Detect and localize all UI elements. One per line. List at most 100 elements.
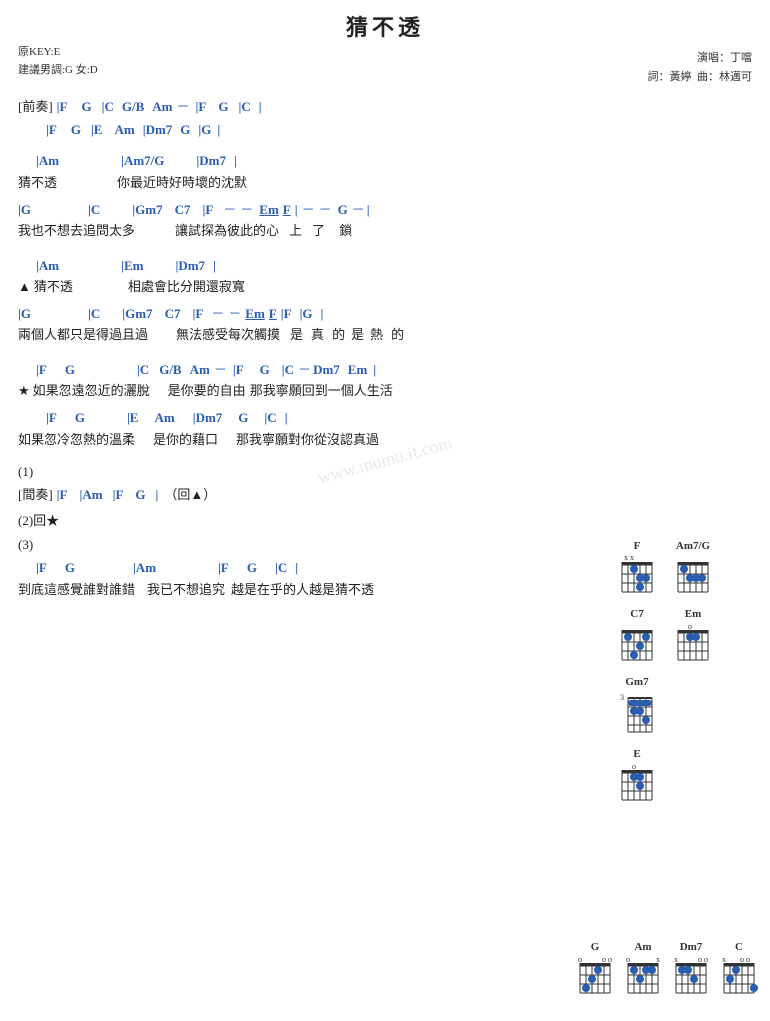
svg-text:o: o xyxy=(602,955,606,964)
chord-Dm71: |Dm7 xyxy=(196,149,226,172)
chord-diagrams-panel: F x x xyxy=(618,540,758,816)
lyric-8: 猜不透 xyxy=(34,277,73,298)
lyric-23: 那我寧願對你從沒認真過 xyxy=(236,430,379,451)
lyric-2: 你最近時好時壞的沈默 xyxy=(117,173,247,194)
chord-sep7: |F xyxy=(202,198,213,221)
chord-GB2: G/B xyxy=(159,358,181,381)
svg-text:o: o xyxy=(578,955,582,964)
lyric-6: 了 xyxy=(312,221,325,242)
chord-sep2: |F xyxy=(196,95,207,118)
chord-G10: G xyxy=(75,406,85,429)
lyric-5: 上 xyxy=(289,221,302,242)
chord-Gm72: |Gm7 xyxy=(122,302,152,325)
chord-G3: G xyxy=(71,118,81,141)
svg-text:x: x xyxy=(722,955,726,964)
prelude-label: [前奏] xyxy=(18,95,53,118)
lyric-24: （回▲） xyxy=(164,483,216,506)
lyric-16: 熱 xyxy=(370,325,383,346)
chord-sep13: |C xyxy=(282,358,294,381)
chord-diagram-Gm7: Gm7 3 xyxy=(618,676,656,740)
chord-sep8: |F xyxy=(192,302,203,325)
chord-F4: |F xyxy=(46,406,57,429)
chord-G9: G xyxy=(260,358,270,381)
chord-diagram-E: E o xyxy=(618,748,656,808)
svg-text:x: x xyxy=(674,955,678,964)
svg-text:o: o xyxy=(698,955,702,964)
chord-G1: G xyxy=(81,95,91,118)
lyric-13: 真 xyxy=(311,325,324,346)
lyric-20: 那我寧願回到一個人生活 xyxy=(250,381,393,402)
chord-Em1b: |Em xyxy=(121,254,143,277)
chord-sep9: |F xyxy=(281,302,292,325)
chord-diagram-F: F x x xyxy=(618,540,656,600)
chord-G11: G xyxy=(238,406,248,429)
lyric-7: 鎖 xyxy=(339,221,352,242)
chord-C72: C7 xyxy=(165,302,181,325)
chord-Am3: |Am xyxy=(36,149,59,172)
chord-GB: G/B xyxy=(122,95,144,118)
chord-sep3: |C xyxy=(238,95,250,118)
svg-text:x: x xyxy=(630,554,634,562)
svg-text:o: o xyxy=(632,762,636,771)
chord-G5: |G xyxy=(18,198,31,221)
chord-G2: G xyxy=(218,95,228,118)
chord-Em1: Em xyxy=(259,198,279,221)
lyric-19: 是你要的自由 xyxy=(168,381,246,402)
lyric-15: 是 xyxy=(351,325,364,346)
chord-bar5: | xyxy=(213,254,216,277)
chord-Am5: Am xyxy=(190,358,210,381)
chord-G6: G xyxy=(338,198,348,221)
svg-text:o: o xyxy=(746,955,750,964)
chord-bar2: | xyxy=(217,118,220,141)
svg-text:o: o xyxy=(688,622,692,631)
chord-sep12: |F xyxy=(233,358,244,381)
lyric-18: 如果忽遠忽近的灑脫 xyxy=(33,381,150,402)
chord-F2: |F xyxy=(46,118,57,141)
chord-G7: |G xyxy=(18,302,31,325)
chord-sep14: |E xyxy=(127,406,139,429)
chord-Am2: Am xyxy=(114,118,134,141)
chord-G12: G xyxy=(135,483,145,506)
chord-diagram-Am7G: Am7/G xyxy=(674,540,712,600)
interlude-label: [間奏] xyxy=(18,483,53,506)
chord-sep11: |C xyxy=(137,358,149,381)
section-2-label: (2)回★ xyxy=(18,511,59,532)
chord-F6: |F xyxy=(36,556,47,579)
lyric-3: 我也不想去追問太多 xyxy=(18,221,135,242)
chord-G4: G xyxy=(180,118,190,141)
chord-bar9: | xyxy=(295,556,298,579)
svg-text:o: o xyxy=(608,955,612,964)
chord-C1: |C xyxy=(88,198,100,221)
chord-G13: G xyxy=(65,556,75,579)
chord-Em3: Em xyxy=(348,358,368,381)
chord-sep16: |C xyxy=(264,406,276,429)
svg-text:o: o xyxy=(704,955,708,964)
chord-sep18: |F xyxy=(113,483,124,506)
chord-diagram-Em: Em o xyxy=(674,608,712,668)
chord-sep21: |F xyxy=(218,556,229,579)
lyric-11: 無法感受每次觸摸 xyxy=(176,325,280,346)
chord-diagram-G-bottom: G o o o xyxy=(576,941,614,1001)
triangle-icon: ▲ xyxy=(18,277,31,298)
chord-F-ul2: F xyxy=(269,302,277,325)
chord-diagram-C-bottom: C x o o xyxy=(720,941,758,1001)
chord-Dm73: Dm7 xyxy=(313,358,340,381)
chord-diagram-Dm7-bottom: Dm7 x o o xyxy=(672,941,710,1001)
chord-G14: G xyxy=(247,556,257,579)
chord-sep4: |E xyxy=(91,118,103,141)
chord-F3: |F xyxy=(36,358,47,381)
star-icon: ★ xyxy=(18,381,30,402)
chord-bar7: | xyxy=(373,358,376,381)
chord-C71: C7 xyxy=(175,198,191,221)
lyric-10: 兩個人都只是得過且過 xyxy=(18,325,148,346)
svg-text:x: x xyxy=(656,955,660,964)
chord-sep19: | xyxy=(156,483,159,506)
svg-text:o: o xyxy=(740,955,744,964)
chord-diagram-C7: C7 xyxy=(618,608,656,668)
chord-Am7G: |Am7/G xyxy=(121,149,164,172)
lyric-27: 越是在乎的人越是猜不透 xyxy=(231,580,374,601)
chord-sep22: |C xyxy=(275,556,287,579)
lyric-12: 是 xyxy=(290,325,303,346)
chord-Em2: Em xyxy=(245,302,265,325)
lyric-4: 讓試探為彼此的心 xyxy=(175,221,279,242)
